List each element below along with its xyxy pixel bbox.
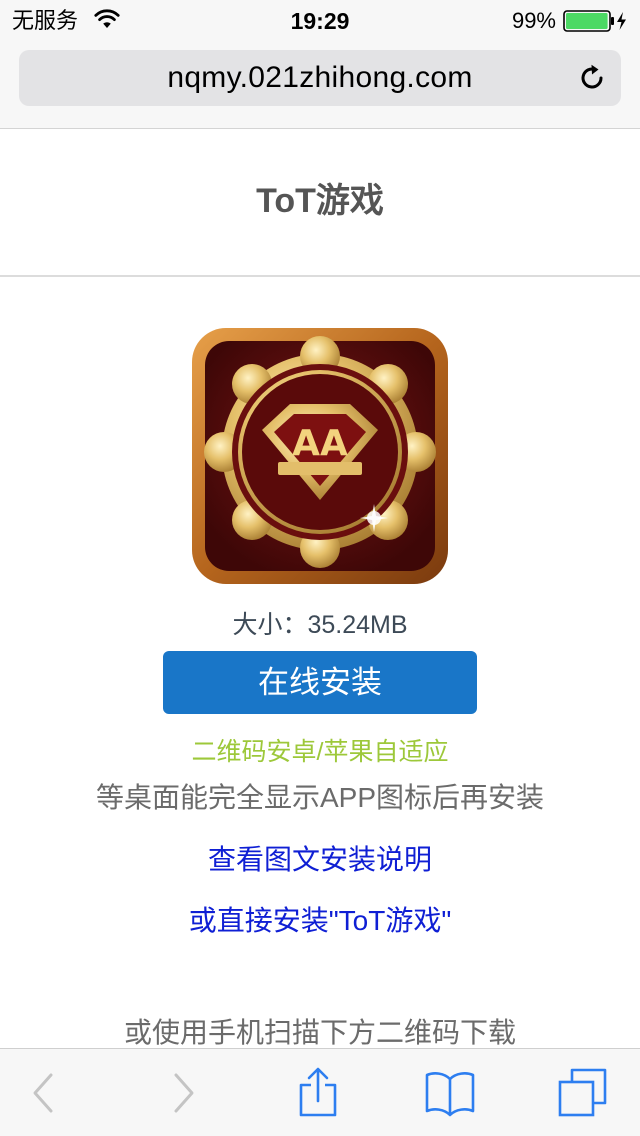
page-header: ToT游戏 <box>0 129 640 277</box>
install-guide-link[interactable]: 查看图文安装说明 <box>0 842 640 878</box>
reload-icon[interactable] <box>577 63 607 93</box>
browser-toolbar <box>0 1048 640 1136</box>
page-title: ToT游戏 <box>256 182 384 220</box>
install-online-button[interactable]: 在线安装 <box>163 651 477 714</box>
browser-top-bar: 无服务 19:29 99% nqmy.021zhihong.com <box>0 0 640 129</box>
screen: 无服务 19:29 99% nqmy.021zhihong.com ToT游戏 … <box>0 0 640 1136</box>
battery-percent: 99% <box>511 8 556 33</box>
qr-adapt-note: 二维码安卓/苹果自适应 <box>191 738 449 766</box>
status-bar: 无服务 19:29 99% <box>0 0 640 40</box>
tabs-icon[interactable] <box>557 1067 609 1119</box>
qr-scan-note: 或使用手机扫描下方二维码下载 <box>123 1017 516 1048</box>
battery-level-fill <box>566 13 608 29</box>
battery-icon <box>563 10 626 32</box>
game-app-icon: AA <box>192 328 448 584</box>
address-bar[interactable]: nqmy.021zhihong.com <box>19 50 621 106</box>
forward-icon[interactable] <box>158 1067 210 1119</box>
app-size-label: 大小：35.24MB <box>232 611 408 639</box>
svg-text:AA: AA <box>292 423 348 464</box>
direct-install-link[interactable]: 或直接安装"ToT游戏" <box>0 903 640 939</box>
install-wait-note: 等桌面能完全显示APP图标后再安装 <box>95 782 545 813</box>
bookmarks-icon[interactable] <box>424 1067 476 1119</box>
share-icon[interactable] <box>292 1067 344 1119</box>
url-text[interactable]: nqmy.021zhihong.com <box>19 50 621 106</box>
back-icon[interactable] <box>17 1067 69 1119</box>
